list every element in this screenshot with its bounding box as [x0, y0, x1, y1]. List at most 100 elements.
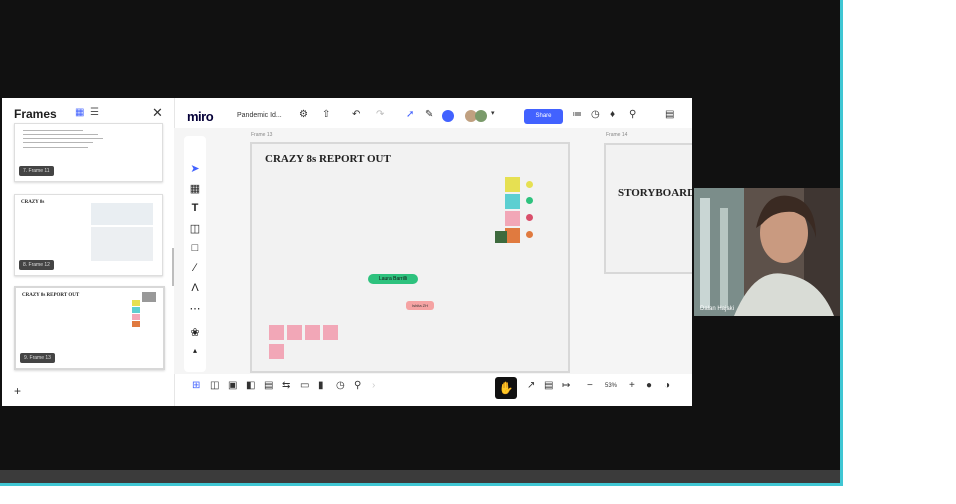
- miro-logo[interactable]: miro: [187, 109, 214, 124]
- frame-label: Frame 13: [251, 132, 273, 138]
- sticky-note: [132, 307, 140, 313]
- text-tool-icon[interactable]: T: [189, 202, 201, 214]
- cursor-icon[interactable]: ➚: [406, 109, 414, 120]
- bell-icon[interactable]: ♦: [610, 109, 615, 120]
- sticky-note: [132, 314, 140, 320]
- settings-icon[interactable]: ⚙: [299, 109, 308, 120]
- filter-icon[interactable]: ≔: [572, 109, 582, 120]
- frame-thumbnail-label: 9. Frame 13: [20, 353, 55, 363]
- avatar-dot: [526, 214, 533, 221]
- select-tool-icon[interactable]: ➤: [189, 162, 201, 175]
- fit-width-icon[interactable]: ↦: [562, 380, 570, 391]
- avatar[interactable]: [442, 110, 454, 122]
- expand-tool-icon[interactable]: ▴: [189, 346, 201, 355]
- grid-view-icon[interactable]: ▦: [75, 107, 84, 118]
- frame-title: CRAZY 8s REPORT OUT: [265, 153, 391, 165]
- board-name[interactable]: Pandemic Id...: [237, 112, 282, 119]
- meeting-bottom-bar: [0, 470, 843, 483]
- left-toolbar: ➤ ▦ T ◫ □ ∕ Λ ⋯ ❀ ▴: [184, 136, 206, 372]
- grid-icon[interactable]: ⊞: [192, 380, 200, 391]
- sketch-preview: [91, 227, 153, 261]
- frame-thumbnail-label: 8. Frame 12: [19, 260, 54, 270]
- collaborator-cursor-label: Laura Barrilli: [368, 274, 418, 284]
- add-frame-button[interactable]: +: [14, 384, 21, 398]
- zoom-out-button[interactable]: −: [587, 380, 593, 391]
- sync-icon[interactable]: ⇆: [282, 380, 290, 391]
- frame-thumbnail-selected[interactable]: CRAZY 8s REPORT OUT 9. Frame 13: [14, 286, 165, 370]
- frames-panel: Frames ▦ ☰ ✕ 7. Frame 11 CRAZY 8s 8. Fra…: [2, 98, 175, 406]
- collaborator-cursor-label: Ishita ZH: [406, 301, 434, 310]
- more-avatars-icon[interactable]: ▾: [491, 109, 495, 117]
- avatar-dot: [526, 197, 533, 204]
- sticky-note[interactable]: [269, 344, 284, 359]
- search-icon[interactable]: ⚲: [629, 109, 636, 120]
- chat-icon[interactable]: ◫: [210, 380, 219, 391]
- video-icon[interactable]: ▮: [318, 380, 324, 391]
- upload-icon[interactable]: ⇧: [322, 109, 330, 120]
- frame-thumbnail[interactable]: CRAZY 8s 8. Frame 12: [14, 194, 163, 276]
- avatar-dot: [526, 181, 533, 188]
- comment-icon[interactable]: ▣: [228, 380, 237, 391]
- sticky-note[interactable]: [287, 325, 302, 340]
- frame-title: STORYBOARD: [618, 187, 692, 199]
- shape-tool-icon[interactable]: □: [189, 242, 201, 254]
- comment-tool-icon[interactable]: Λ: [189, 282, 201, 294]
- frame-thumbnail[interactable]: 7. Frame 11: [14, 123, 163, 182]
- frame-thumbnail-title: CRAZY 8s: [21, 200, 45, 205]
- sticky-note[interactable]: [269, 325, 284, 340]
- list-view-icon[interactable]: ☰: [90, 107, 99, 118]
- sticky-note[interactable]: [505, 211, 520, 226]
- vote-icon[interactable]: ⚲: [354, 380, 361, 391]
- hand-tool-button[interactable]: ✋: [495, 377, 517, 399]
- bottom-toolbar: ⊞ ◫ ▣ ◧ ▤ ⇆ ▭ ▮ ◷ ⚲ › ✋ ↗ ▤ ↦ − 53% + ● …: [182, 376, 692, 400]
- frame-label: Frame 14: [606, 132, 628, 138]
- timer-icon[interactable]: ◷: [336, 380, 345, 391]
- fit-icon[interactable]: ↗: [527, 380, 535, 391]
- top-toolbar: miro Pandemic Id... ⚙ ⇧ ↶ ↷ ➚ ✎ ▾ Share …: [180, 106, 687, 128]
- active-speaker-border: [840, 0, 843, 486]
- close-icon[interactable]: ✕: [152, 105, 163, 121]
- timer-icon[interactable]: ◷: [591, 109, 600, 120]
- undo-icon[interactable]: ↶: [352, 109, 360, 120]
- cards-icon[interactable]: ◧: [246, 380, 255, 391]
- sticky-tool-icon[interactable]: ◫: [189, 222, 201, 235]
- participant-name: Dalan Hajaki: [700, 306, 735, 312]
- profile-icon[interactable]: ◑: [664, 380, 670, 391]
- sticky-note[interactable]: [505, 228, 520, 243]
- redo-icon[interactable]: ↷: [376, 109, 384, 120]
- frame-thumbnail-label: 7. Frame 11: [19, 166, 54, 176]
- shared-screen: Frames ▦ ☰ ✕ 7. Frame 11 CRAZY 8s 8. Fra…: [2, 98, 692, 406]
- more-tools-icon[interactable]: ⋯: [189, 302, 201, 315]
- help-icon[interactable]: ●: [646, 380, 652, 391]
- active-speaker-border: [0, 483, 843, 486]
- pen-tool-icon[interactable]: ∕: [189, 262, 201, 274]
- more-icon[interactable]: ›: [372, 380, 375, 391]
- sticky-note[interactable]: [495, 231, 507, 243]
- sticky-note: [132, 321, 140, 327]
- sticky-note[interactable]: [505, 194, 520, 209]
- sketch-preview: [91, 203, 153, 225]
- frame-thumbnail-title: CRAZY 8s REPORT OUT: [22, 293, 80, 298]
- sticky-note[interactable]: [323, 325, 338, 340]
- sticky-note[interactable]: [505, 177, 520, 192]
- participant-video: Dalan Hajaki: [694, 188, 840, 316]
- sticky-note: [132, 300, 140, 306]
- participant-video-feed: [694, 188, 840, 316]
- screen-icon[interactable]: ▭: [300, 380, 309, 391]
- map-icon[interactable]: ▤: [544, 380, 553, 391]
- zoom-level[interactable]: 53%: [605, 383, 617, 389]
- frame-tool-icon[interactable]: ▦: [189, 182, 201, 195]
- zoom-in-button[interactable]: +: [629, 380, 635, 391]
- reaction-icon[interactable]: ✎: [425, 109, 433, 120]
- frame-13[interactable]: CRAZY 8s REPORT OUT: [250, 142, 570, 373]
- notes-icon[interactable]: ▤: [665, 109, 674, 120]
- kanban-icon[interactable]: ▤: [264, 380, 273, 391]
- frames-title: Frames: [14, 107, 57, 121]
- apps-tool-icon[interactable]: ❀: [189, 326, 201, 339]
- sticky-note[interactable]: [305, 325, 320, 340]
- share-button[interactable]: Share: [524, 109, 563, 124]
- frame-14[interactable]: STORYBOARD: [604, 143, 692, 274]
- avatar-dot: [526, 231, 533, 238]
- more-icon[interactable]: [142, 292, 156, 302]
- avatar[interactable]: [475, 110, 487, 122]
